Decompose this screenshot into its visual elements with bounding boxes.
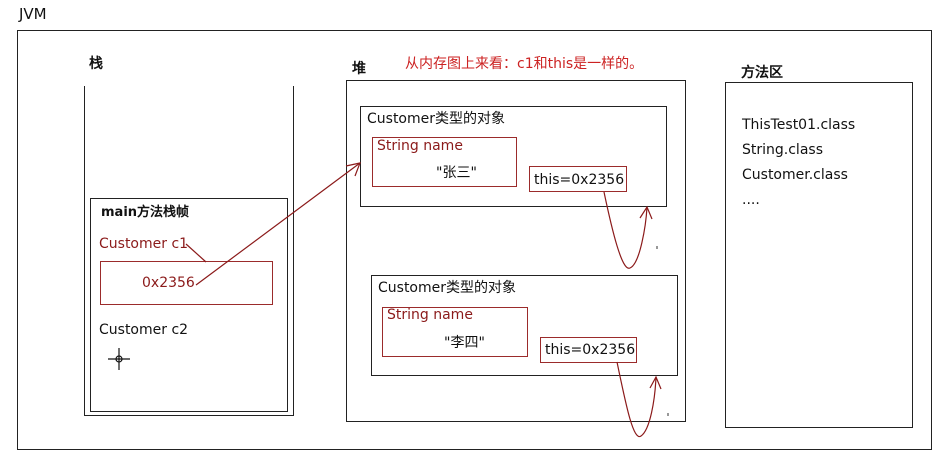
object-1-this-loop — [603, 191, 648, 269]
c1-connector-line — [185, 243, 207, 263]
c1-reference-arrow — [195, 162, 361, 286]
pointer-arrows-layer — [185, 162, 669, 438]
object-2-this-loop — [616, 361, 657, 438]
